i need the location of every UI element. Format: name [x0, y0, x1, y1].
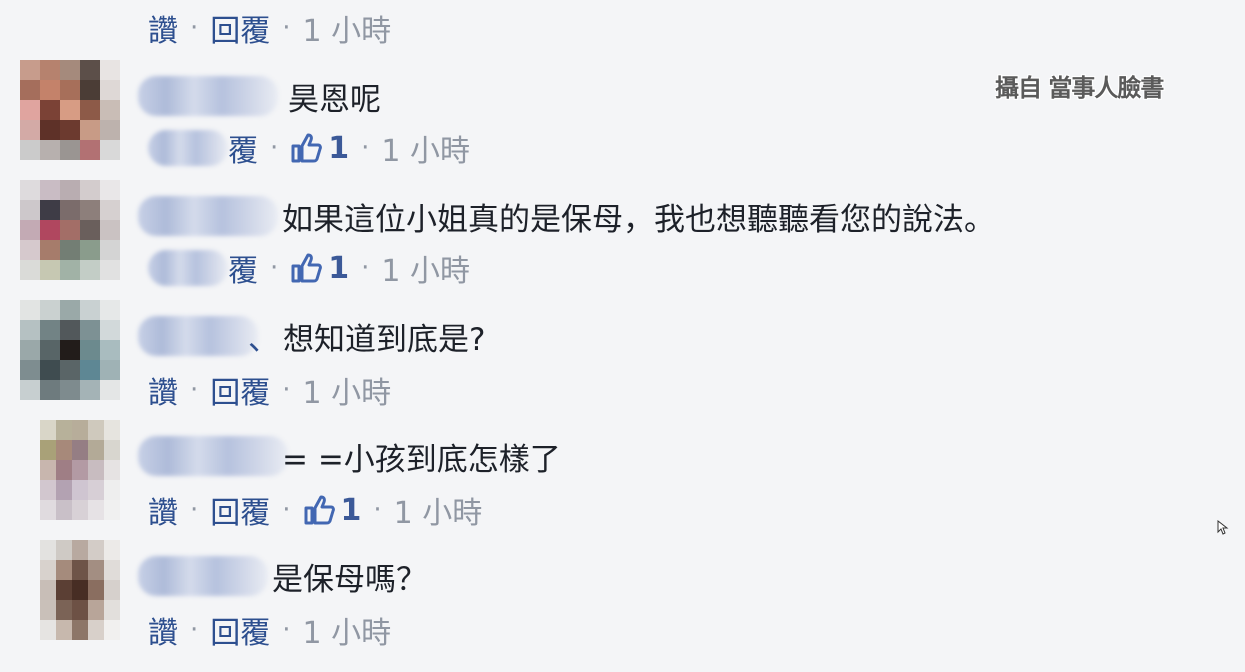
commenter-name[interactable]: [138, 196, 278, 236]
thumbs-up-icon[interactable]: [290, 132, 324, 164]
separator: ·: [190, 495, 199, 525]
avatar[interactable]: [20, 60, 120, 160]
timestamp[interactable]: 1 小時: [381, 126, 470, 170]
separator: ·: [373, 495, 382, 525]
like-link[interactable]: 讚: [148, 368, 178, 412]
commenter-name[interactable]: [138, 316, 258, 356]
separator: ·: [361, 253, 370, 283]
separator: ·: [270, 133, 279, 163]
like-link[interactable]: 讚: [148, 608, 178, 652]
separator: ·: [282, 615, 291, 645]
comment-text: 昊恩呢: [288, 81, 381, 118]
timestamp[interactable]: 1 小時: [303, 608, 392, 652]
reply-link[interactable]: 回覆: [210, 608, 270, 652]
comment-actions: 讚 · 回覆 · 1 · 1 小時: [148, 488, 483, 532]
timestamp[interactable]: 1 小時: [303, 368, 392, 412]
like-link[interactable]: 讚: [148, 6, 178, 50]
name-fragment: 、: [248, 321, 279, 358]
separator: ·: [190, 375, 199, 405]
separator: ·: [282, 13, 291, 43]
separator: ·: [270, 253, 279, 283]
like-count: 1: [328, 130, 350, 166]
timestamp[interactable]: 1 小時: [394, 488, 483, 532]
comment-text: = =小孩到底怎樣了: [282, 441, 561, 478]
commenter-name[interactable]: [138, 436, 288, 476]
comment-body: 想知道到底是?: [283, 321, 486, 358]
separator: ·: [190, 615, 199, 645]
reply-link[interactable]: 回覆: [210, 488, 270, 532]
cursor-icon: [1217, 520, 1229, 535]
separator: ·: [282, 495, 291, 525]
commenter-name[interactable]: [138, 76, 278, 116]
avatar[interactable]: [20, 180, 120, 280]
comment-actions: 覆 · 1 · 1 小時: [148, 246, 470, 290]
comment-text: 如果這位小姐真的是保母，我也想聽聽看您的說法。: [282, 201, 995, 238]
like-link[interactable]: 讚: [148, 488, 178, 532]
thumbs-up-icon[interactable]: [303, 494, 337, 526]
commenter-name[interactable]: [138, 556, 268, 596]
avatar[interactable]: [40, 420, 120, 520]
reply-link[interactable]: 覆: [228, 246, 258, 290]
reply-link[interactable]: 覆: [228, 126, 258, 170]
separator: ·: [282, 375, 291, 405]
comment-actions-top: 讚 · 回覆 · 1 小時: [148, 6, 392, 50]
like-count: 1: [328, 250, 350, 286]
name-overlay: [148, 250, 228, 286]
separator: ·: [190, 13, 199, 43]
like-count: 1: [340, 492, 362, 528]
comment-text: 、 想知道到底是?: [248, 314, 485, 358]
comment-actions: 讚 · 回覆 · 1 小時: [148, 608, 392, 652]
comment-text: 是保母嗎？: [272, 561, 427, 598]
name-overlay: [148, 130, 228, 166]
reply-link[interactable]: 回覆: [210, 6, 270, 50]
separator: ·: [361, 133, 370, 163]
comment-actions: 讚 · 回覆 · 1 小時: [148, 368, 392, 412]
avatar[interactable]: [20, 300, 120, 400]
timestamp[interactable]: 1 小時: [303, 6, 392, 50]
timestamp[interactable]: 1 小時: [381, 246, 470, 290]
avatar[interactable]: [40, 540, 120, 640]
reply-link[interactable]: 回覆: [210, 368, 270, 412]
source-watermark: 攝自 當事人臉書: [995, 74, 1164, 102]
comment-actions: 覆 · 1 · 1 小時: [148, 126, 470, 170]
thumbs-up-icon[interactable]: [290, 252, 324, 284]
